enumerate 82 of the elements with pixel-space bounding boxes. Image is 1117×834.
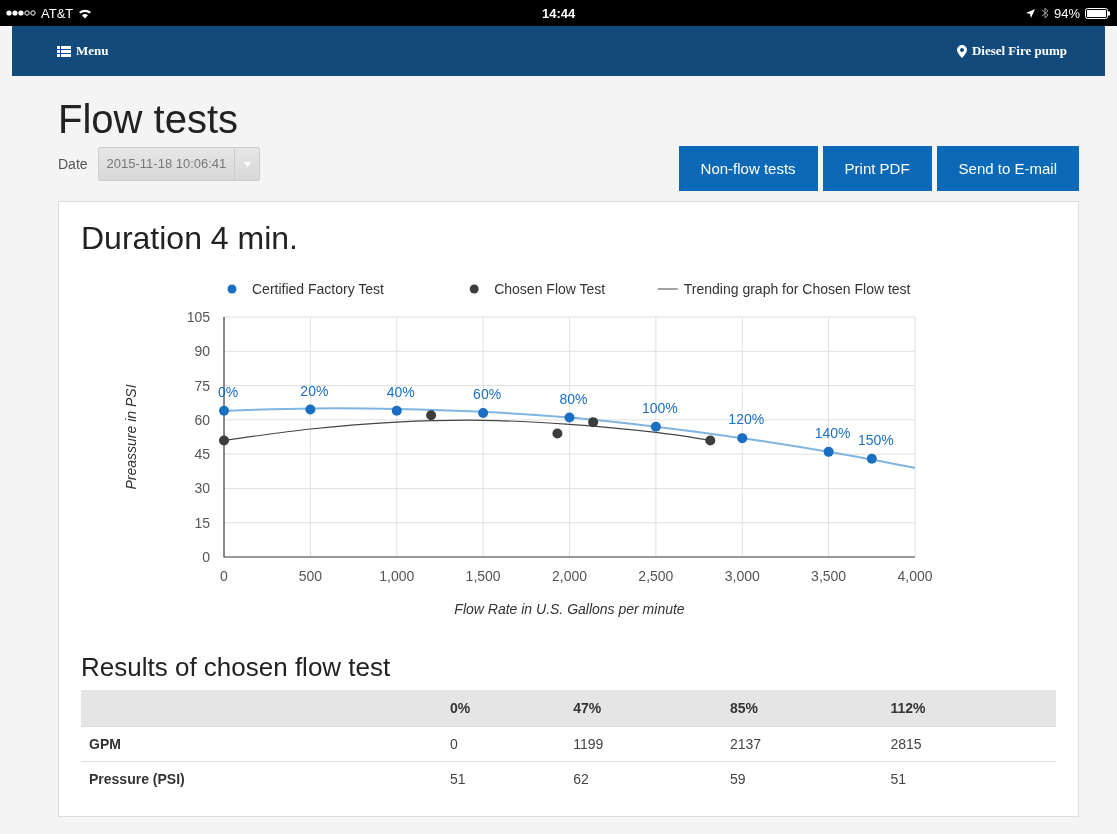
legend-item: Trending graph for Chosen Flow test xyxy=(657,281,911,297)
y-axis-tick-label: 45 xyxy=(194,446,210,463)
data-point xyxy=(650,421,661,432)
data-point xyxy=(305,404,316,415)
data-point xyxy=(426,410,437,421)
data-point xyxy=(823,446,834,457)
location-arrow-icon xyxy=(1024,7,1036,19)
location-link[interactable]: Diesel Fire pump xyxy=(956,43,1067,59)
table-cell: 51 xyxy=(882,761,1056,796)
map-pin-icon xyxy=(956,44,967,58)
date-dropdown[interactable]: 2015-11-18 10:06:41 xyxy=(97,147,261,181)
x-axis-tick-label: 2,000 xyxy=(552,568,587,584)
x-axis-tick-label: 3,500 xyxy=(811,568,847,584)
x-axis-tick-label: 1,500 xyxy=(465,568,501,584)
data-point xyxy=(478,408,489,418)
duration-heading: Duration 4 min. xyxy=(81,219,299,258)
data-label: 60% xyxy=(473,386,502,402)
battery-icon xyxy=(1085,7,1111,19)
y-axis-title: Preassure in PSI xyxy=(123,384,139,490)
legend-item: Chosen Flow Test xyxy=(469,281,606,297)
table-cell: 62 xyxy=(565,761,722,796)
results-heading: Results of chosen flow test xyxy=(81,652,392,682)
data-label: 120% xyxy=(728,411,765,428)
data-point xyxy=(588,417,599,428)
x-axis-tick-label: 1,000 xyxy=(379,568,415,584)
data-point xyxy=(552,428,563,439)
page-title: Flow tests xyxy=(58,96,240,142)
table-cell: 2137 xyxy=(722,726,883,762)
data-point xyxy=(219,405,229,416)
table-cell: 59 xyxy=(722,761,883,796)
carrier-name: AT&T xyxy=(41,5,74,21)
table-cell: 51 xyxy=(442,761,566,796)
data-label: 150% xyxy=(857,431,894,448)
y-axis-tick-label: 15 xyxy=(194,514,210,531)
data-point xyxy=(737,433,748,444)
signal-icon xyxy=(6,9,36,17)
wifi-icon xyxy=(78,7,93,19)
x-axis-tick-label: 3,000 xyxy=(724,568,760,584)
column-header: 0% xyxy=(442,690,566,727)
column-header: 47% xyxy=(565,690,722,727)
table-cell: 0 xyxy=(442,726,566,762)
column-header: 85% xyxy=(722,690,883,727)
bluetooth-icon xyxy=(1040,7,1049,19)
y-axis-tick-label: 75 xyxy=(194,377,210,394)
clock-time: 14:44 xyxy=(542,5,576,21)
x-axis-tick-label: 2,500 xyxy=(638,568,674,584)
data-point xyxy=(866,453,877,464)
action-button[interactable]: Send to E-mail xyxy=(936,146,1079,191)
legend-label: Certified Factory Test xyxy=(252,281,385,297)
y-axis-tick-label: 30 xyxy=(194,480,210,497)
action-button[interactable]: Print PDF xyxy=(822,146,932,191)
x-axis-title: Flow Rate in U.S. Gallons per minute xyxy=(454,601,685,617)
date-label: Date xyxy=(58,156,88,172)
legend-label: Chosen Flow Test xyxy=(494,281,606,297)
data-label: 140% xyxy=(814,424,851,441)
data-point xyxy=(391,405,402,416)
x-axis-tick-label: 0 xyxy=(220,568,228,584)
table-cell: 1199 xyxy=(565,726,722,762)
x-axis-tick-label: 4,000 xyxy=(897,568,933,584)
legend-item: Certified Factory Test xyxy=(227,281,384,297)
caret-icon xyxy=(243,161,251,167)
data-point xyxy=(705,435,716,446)
data-label: 100% xyxy=(641,399,678,416)
menu-button[interactable]: Menu xyxy=(57,43,109,59)
data-label: 0% xyxy=(217,383,239,400)
data-label: 20% xyxy=(300,382,329,399)
action-button[interactable]: Non-flow tests xyxy=(678,146,818,191)
data-label: 40% xyxy=(386,383,415,400)
table-cell: 2815 xyxy=(882,726,1056,762)
column-header: 112% xyxy=(882,690,1056,727)
list-icon xyxy=(57,45,71,57)
y-axis-tick-label: 60 xyxy=(194,411,210,428)
battery-percent: 94% xyxy=(1053,5,1080,21)
data-point xyxy=(564,412,575,423)
y-axis-tick-label: 90 xyxy=(194,343,210,360)
data-point xyxy=(219,435,229,446)
x-axis-tick-label: 500 xyxy=(298,568,323,584)
row-label: Pressure (PSI) xyxy=(81,761,442,796)
row-label: GPM xyxy=(81,726,442,762)
y-axis-tick-label: 105 xyxy=(186,309,210,325)
y-axis-tick-label: 0 xyxy=(202,549,210,565)
data-label: 80% xyxy=(559,390,588,407)
